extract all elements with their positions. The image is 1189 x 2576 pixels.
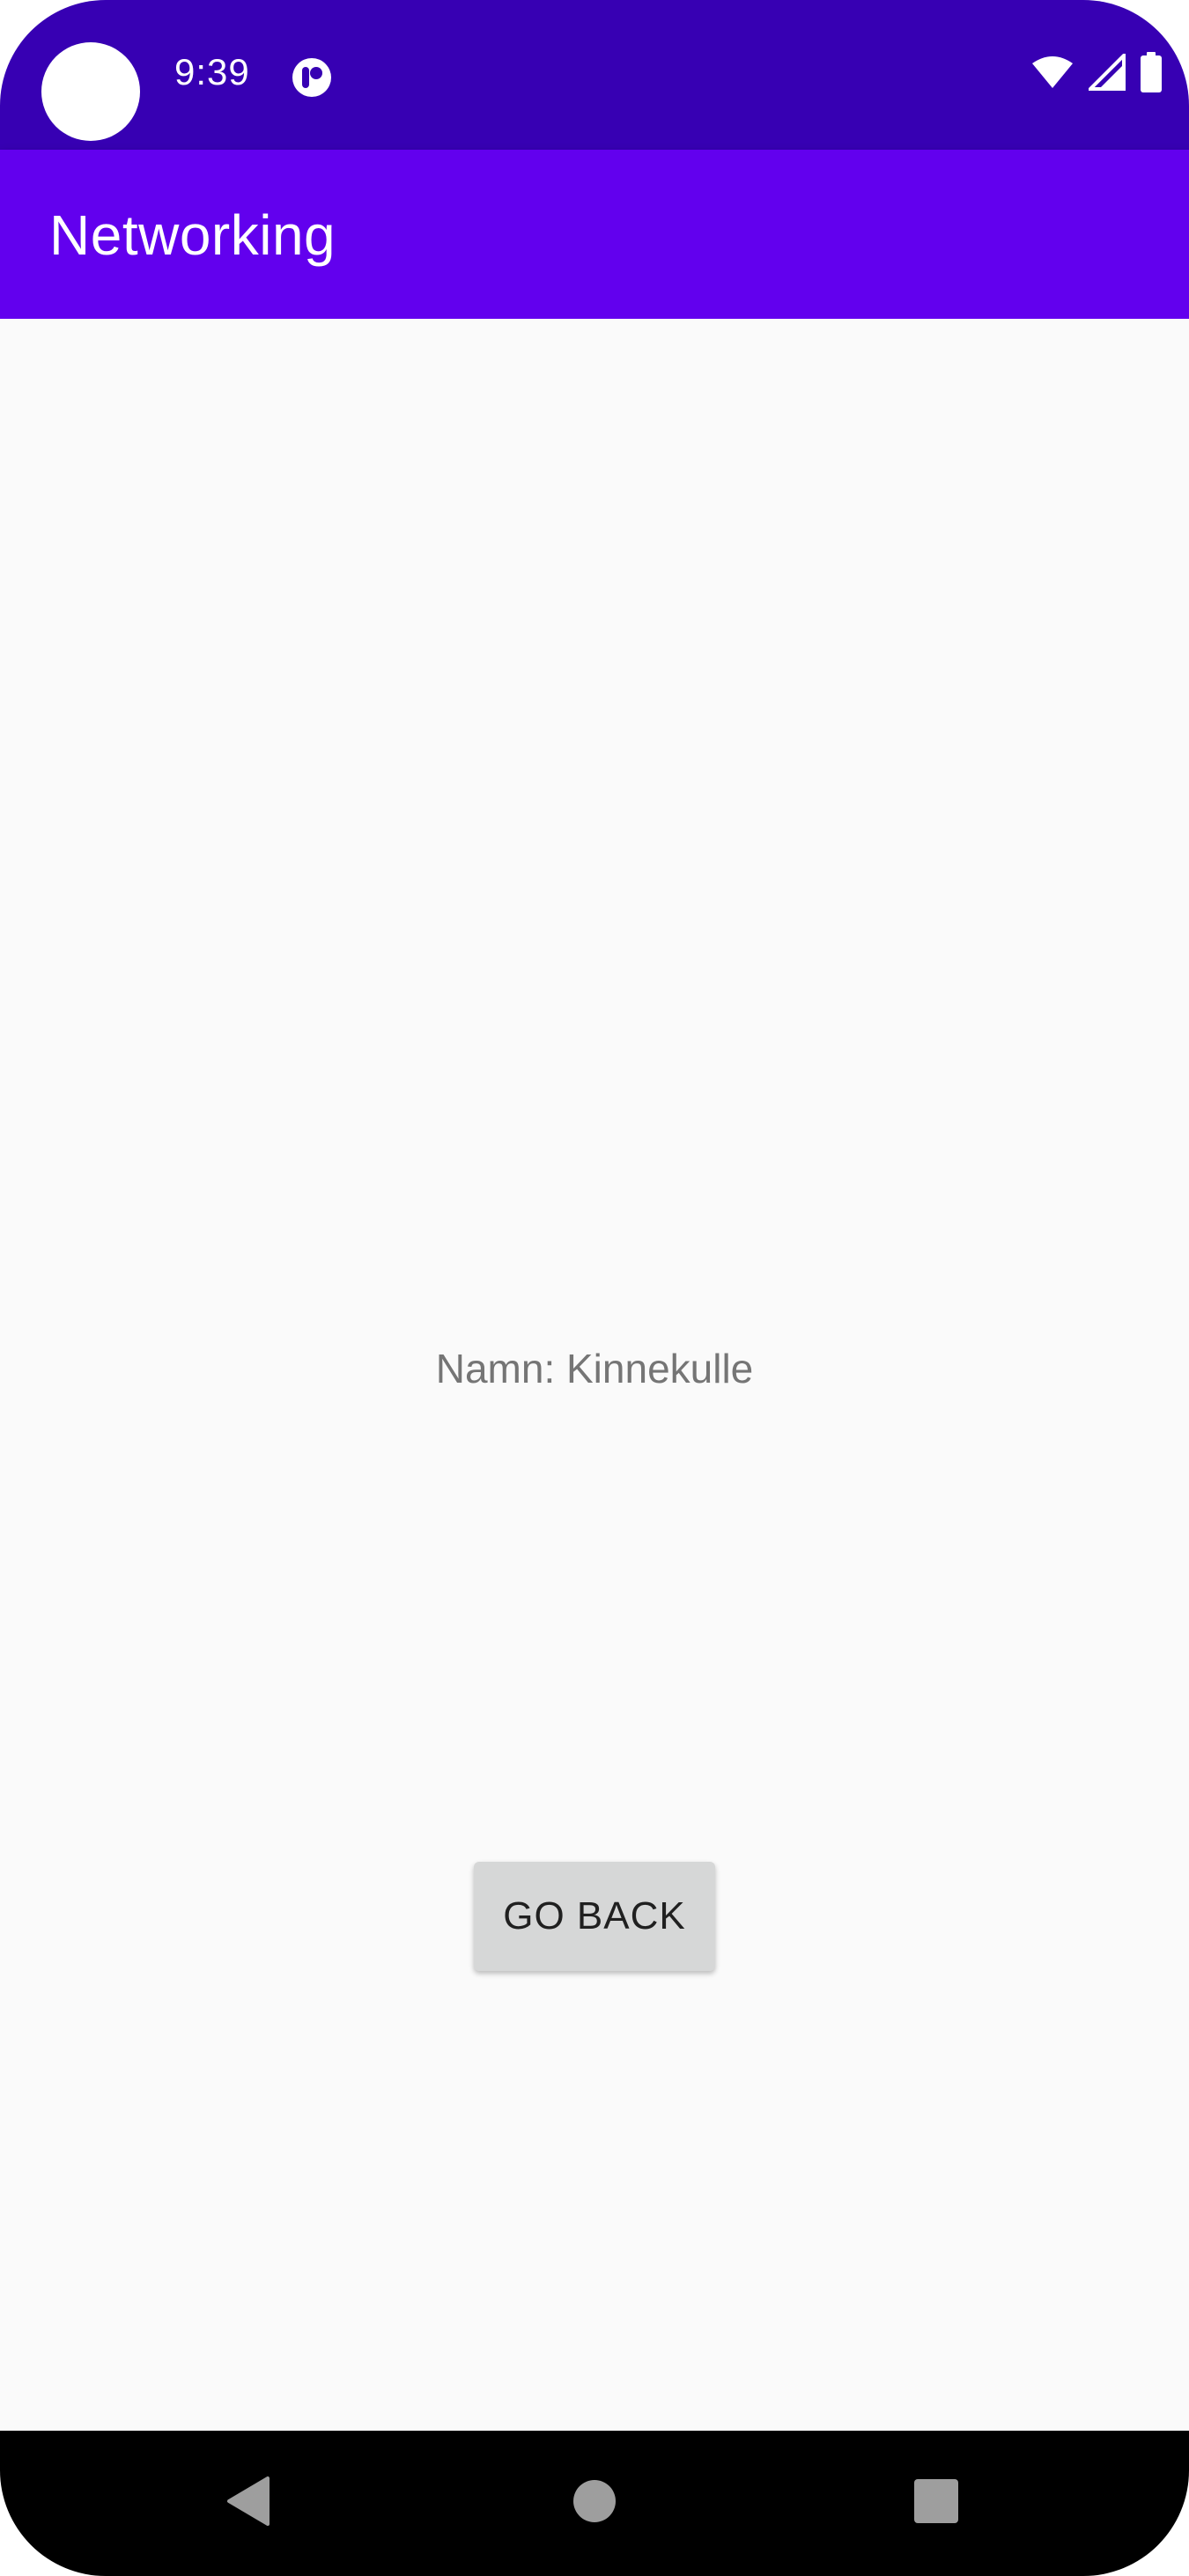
status-bar: 9:39 <box>0 0 1189 150</box>
app-notification-icon <box>291 56 333 99</box>
phone-screen: 9:39 Networking Namn: Kinnekulle GO BACK <box>0 0 1189 2576</box>
camera-cutout <box>41 42 140 141</box>
navigation-bar <box>0 2431 1189 2576</box>
recents-icon <box>912 2477 960 2529</box>
app-title: Networking <box>49 203 336 267</box>
recents-button[interactable] <box>866 2431 1007 2576</box>
back-button[interactable] <box>178 2431 319 2576</box>
name-text: Namn: Kinnekulle <box>435 1346 754 1391</box>
status-time: 9:39 <box>174 51 250 92</box>
app-bar: Networking <box>0 150 1189 319</box>
status-icons <box>1030 50 1163 97</box>
cellular-signal-icon <box>1086 50 1126 95</box>
main-content: Namn: Kinnekulle GO BACK <box>0 319 1189 2431</box>
back-icon <box>224 2475 273 2532</box>
wifi-icon <box>1030 55 1075 94</box>
battery-icon <box>1140 51 1163 97</box>
home-button[interactable] <box>524 2431 665 2576</box>
go-back-button[interactable]: GO BACK <box>474 1862 715 1971</box>
home-icon <box>572 2478 617 2528</box>
